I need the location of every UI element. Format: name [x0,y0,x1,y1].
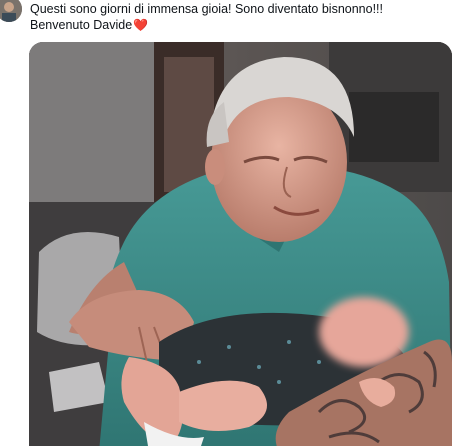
tweet-text: Questi sono giorni di immensa gioia! Son… [30,1,450,33]
tweet-text-line-1: Questi sono giorni di immensa gioia! Son… [30,2,383,16]
photo-illustration [29,42,452,446]
tweet-text-line-2: Benvenuto Davide❤️ [30,17,450,33]
heart-icon: ❤️ [133,18,149,32]
tweet: Questi sono giorni di immensa gioia! Son… [0,0,457,446]
tweet-photo[interactable] [29,42,452,446]
avatar[interactable] [0,0,22,22]
tweet-text-line-2-label: Benvenuto Davide [30,18,133,32]
